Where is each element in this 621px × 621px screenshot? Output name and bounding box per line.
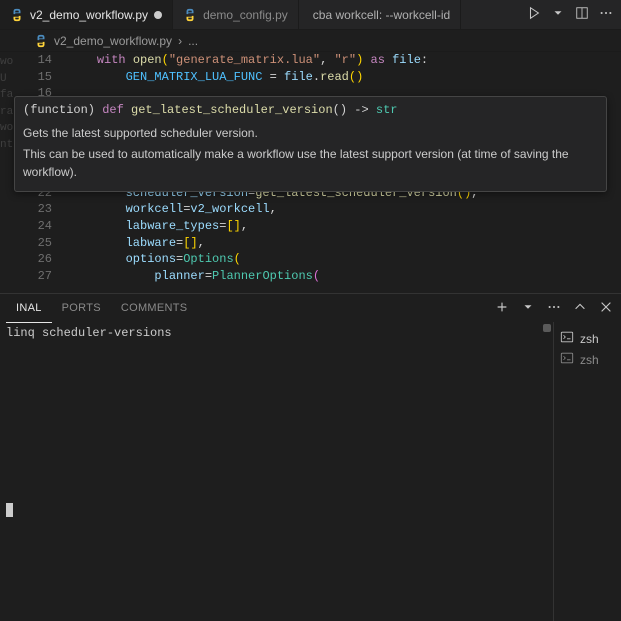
breadcrumb-sep: › — [178, 34, 182, 48]
panel-close-button[interactable] — [599, 300, 613, 317]
panel-more-button[interactable] — [547, 300, 561, 317]
breadcrumb-tail: ... — [188, 34, 198, 48]
code-content: options=Options( — [68, 251, 241, 268]
line-number: 27 — [28, 268, 68, 285]
panel-tab-terminal[interactable]: INAL — [6, 295, 52, 323]
editor-tab-0[interactable]: v2_demo_workflow.py — [0, 0, 173, 29]
terminal-dropdown-button[interactable] — [521, 300, 535, 317]
terminal-scrollbar[interactable] — [541, 322, 553, 621]
hover-popup: (function) def get_latest_scheduler_vers… — [14, 96, 607, 192]
code-content: labware=[], — [68, 235, 205, 252]
line-number: 25 — [28, 235, 68, 252]
code-line[interactable]: 24 labware_types=[], — [28, 218, 621, 235]
code-line[interactable]: 25 labware=[], — [28, 235, 621, 252]
editor-tab-run-config[interactable]: cba workcell: --workcell-id — [299, 0, 461, 29]
more-actions-button[interactable] — [599, 6, 613, 23]
modified-dot-icon — [154, 11, 162, 19]
editor-tab-label: demo_config.py — [203, 8, 288, 22]
code-content: labware_types=[], — [68, 218, 248, 235]
python-file-icon — [34, 34, 48, 48]
panel-tabbar: INAL PORTS COMMENTS — [0, 294, 621, 322]
terminal-icon — [560, 330, 574, 347]
line-number: 24 — [28, 218, 68, 235]
left-strip-fragment: wo — [0, 54, 26, 71]
python-file-icon — [10, 8, 24, 22]
hover-signature: (function) def get_latest_scheduler_vers… — [23, 103, 598, 117]
editor-tab-label: v2_demo_workflow.py — [30, 8, 148, 22]
terminal-shell-label: zsh — [580, 332, 599, 346]
editor-tab-1[interactable]: demo_config.py — [173, 0, 299, 29]
panel-tab-ports[interactable]: PORTS — [52, 294, 111, 322]
editor-tab-label: cba workcell: --workcell-id — [313, 8, 450, 22]
panel-tab-comments[interactable]: COMMENTS — [111, 294, 198, 322]
code-line[interactable]: 15 GEN_MATRIX_LUA_FUNC = file.read() — [28, 69, 621, 86]
terminal-shell-label: zsh — [580, 353, 599, 367]
run-button[interactable] — [527, 6, 541, 23]
left-strip-fragment: U — [0, 71, 26, 88]
scrollbar-thumb[interactable] — [543, 324, 551, 332]
code-line[interactable]: 14 with open("generate_matrix.lua", "r")… — [28, 52, 621, 69]
terminal[interactable]: linq scheduler-versions — [0, 322, 553, 621]
editor-tabbar: v2_demo_workflow.py demo_config.py cba w… — [0, 0, 621, 30]
editor-toolbar — [527, 6, 621, 23]
terminal-shell-item-1[interactable]: zsh — [560, 349, 615, 370]
hover-doc-line-1: Gets the latest supported scheduler vers… — [23, 125, 598, 142]
cursor-icon — [6, 503, 13, 517]
panel-maximize-button[interactable] — [573, 300, 587, 317]
code-line[interactable]: 26 options=Options( — [28, 251, 621, 268]
split-editor-button[interactable] — [575, 6, 589, 23]
terminal-shell-item-0[interactable]: zsh — [560, 328, 615, 349]
terminal-line: linq scheduler-versions — [6, 326, 547, 340]
bottom-panel: INAL PORTS COMMENTS linq scheduler-versi… — [0, 293, 621, 621]
breadcrumb[interactable]: v2_demo_workflow.py › ... — [0, 30, 621, 52]
code-line[interactable]: 27 planner=PlannerOptions( — [28, 268, 621, 285]
code-line[interactable]: 23 workcell=v2_workcell, — [28, 201, 621, 218]
line-number: 14 — [28, 52, 68, 69]
code-content: with open("generate_matrix.lua", "r") as… — [68, 52, 428, 69]
panel-tab-label: INAL — [16, 302, 42, 314]
code-content: planner=PlannerOptions( — [68, 268, 320, 285]
python-file-icon — [183, 8, 197, 22]
panel-tab-label: PORTS — [62, 302, 101, 314]
terminal-icon — [560, 351, 574, 368]
code-content: GEN_MATRIX_LUA_FUNC = file.read() — [68, 69, 363, 86]
code-content: workcell=v2_workcell, — [68, 201, 277, 218]
line-number: 26 — [28, 251, 68, 268]
terminal-text: linq scheduler-versions — [6, 326, 172, 340]
hover-doc-line-2: This can be used to automatically make a… — [23, 146, 598, 181]
run-dropdown-button[interactable] — [551, 6, 565, 23]
panel-tab-label: COMMENTS — [121, 302, 188, 314]
terminal-sidebar: zsh zsh — [553, 322, 621, 621]
line-number: 23 — [28, 201, 68, 218]
line-number: 15 — [28, 69, 68, 86]
breadcrumb-file: v2_demo_workflow.py — [54, 34, 172, 48]
new-terminal-button[interactable] — [495, 300, 509, 317]
terminal-prompt — [6, 503, 15, 517]
